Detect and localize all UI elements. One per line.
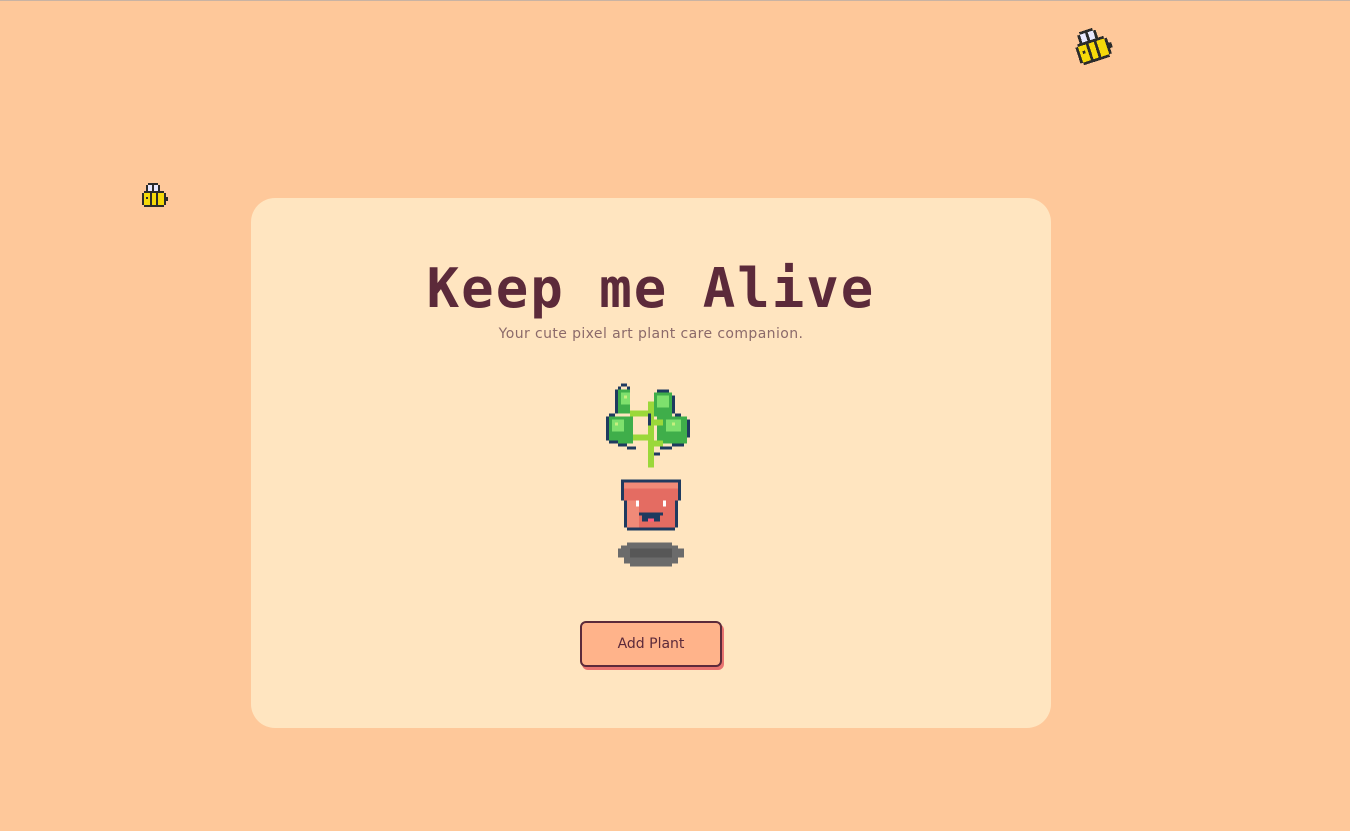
page-title: Keep me Alive: [426, 257, 876, 320]
bee-icon: [140, 181, 172, 217]
potted-plant-icon: [606, 383, 696, 577]
bee-icon: [1068, 19, 1125, 78]
main-card: Keep me Alive Your cute pixel art plant …: [251, 198, 1051, 728]
page-subtitle: Your cute pixel art plant care companion…: [498, 326, 804, 342]
add-plant-button[interactable]: Add Plant: [580, 621, 722, 667]
